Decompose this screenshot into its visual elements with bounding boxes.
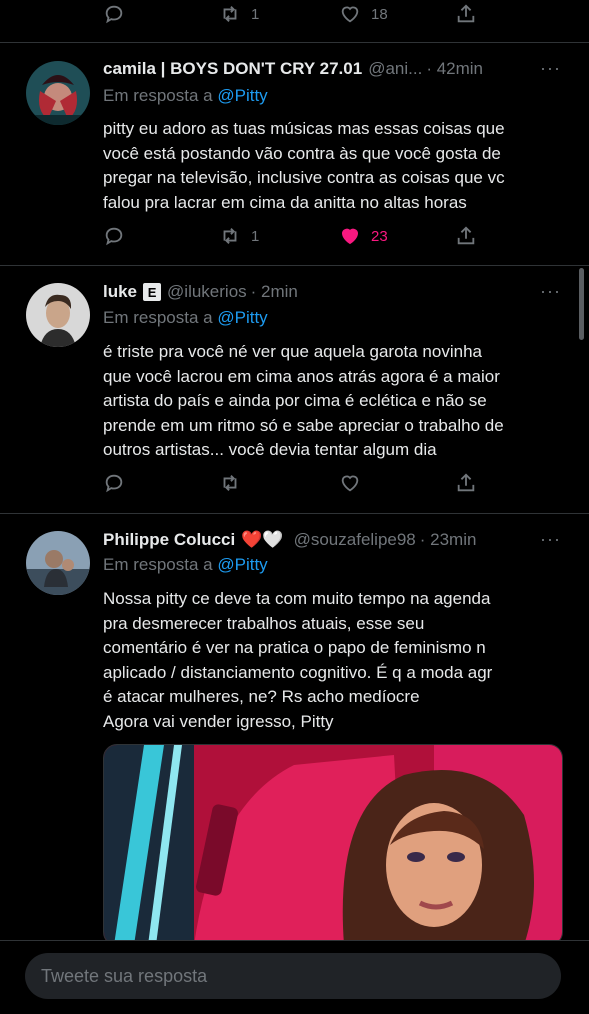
like-count: 18 — [371, 5, 388, 23]
reply-icon — [105, 474, 123, 493]
tweet-item[interactable]: camila | BOYS DON'T CRY 27.01 @ani... · … — [0, 43, 589, 266]
more-options-icon[interactable]: ··· — [540, 281, 561, 302]
share-icon — [457, 4, 475, 23]
tweet-text: é triste pra você né ver que aquela garo… — [103, 342, 504, 459]
share-icon — [457, 473, 475, 492]
retweet-button[interactable] — [219, 471, 241, 495]
share-button[interactable] — [455, 471, 477, 495]
heart-icon — [341, 6, 359, 23]
tweet-header: luke E @ilukerios · 2min — [103, 281, 569, 303]
like-button[interactable] — [339, 471, 361, 495]
reply-input[interactable]: Tweete sua resposta — [25, 953, 561, 999]
share-button[interactable] — [455, 224, 477, 248]
retweet-count: 1 — [251, 5, 260, 23]
tweet-actions: 1 23 — [103, 224, 483, 248]
reply-context: Em resposta a @Pitty — [103, 555, 268, 575]
mention-link[interactable]: @Pitty — [217, 308, 267, 327]
scrollbar[interactable] — [579, 268, 584, 340]
like-button[interactable]: 23 — [339, 224, 388, 248]
tweet-item[interactable]: luke E @ilukerios · 2min ··· Em resposta… — [0, 266, 589, 514]
retweet-count: 1 — [251, 227, 260, 245]
tweet-header: camila | BOYS DON'T CRY 27.01 @ani... · … — [103, 58, 569, 80]
avatar[interactable] — [26, 531, 90, 595]
user-handle[interactable]: @souzafelipe98 — [294, 530, 416, 550]
tweet-time[interactable]: · 23min — [420, 530, 477, 550]
reply-prefix: Em resposta a — [103, 308, 213, 327]
retweet-icon — [223, 228, 237, 244]
retweet-button[interactable]: 1 — [219, 2, 259, 26]
retweet-icon — [223, 6, 237, 22]
mention-link[interactable]: @Pitty — [217, 555, 267, 574]
reply-button[interactable] — [103, 224, 125, 248]
more-options-icon[interactable]: ··· — [540, 529, 561, 550]
tweet-media-image[interactable] — [103, 744, 563, 946]
previous-tweet-actions: 1 18 — [103, 2, 483, 26]
reply-button[interactable] — [103, 471, 125, 495]
reply-input-placeholder: Tweete sua resposta — [41, 965, 208, 986]
reply-prefix: Em resposta a — [103, 555, 213, 574]
display-name[interactable]: camila | BOYS DON'T CRY 27.01 — [103, 59, 362, 79]
avatar[interactable] — [26, 61, 90, 125]
tweet-text: Nossa pitty ce deve ta com muito tempo n… — [103, 589, 493, 731]
heart-emoji-icon: ❤️🤍 — [241, 530, 284, 549]
reply-button[interactable] — [103, 2, 125, 26]
heart-filled-icon — [341, 228, 359, 245]
more-options-icon[interactable]: ··· — [540, 58, 561, 79]
share-icon — [457, 226, 475, 245]
share-button[interactable] — [455, 2, 477, 26]
reply-prefix: Em resposta a — [103, 86, 213, 105]
user-handle[interactable]: @ilukerios — [167, 282, 247, 302]
tweet-header: Philippe Colucci ❤️🤍 @souzafelipe98 · 23… — [103, 529, 569, 551]
display-name[interactable]: Philippe Colucci — [103, 530, 235, 550]
heart-icon — [341, 475, 359, 492]
retweet-icon — [223, 475, 237, 491]
verified-badge-icon: E — [143, 283, 162, 301]
like-count: 23 — [371, 227, 388, 245]
reply-icon — [105, 5, 123, 24]
mention-link[interactable]: @Pitty — [217, 86, 267, 105]
reply-context: Em resposta a @Pitty — [103, 86, 268, 106]
reply-context: Em resposta a @Pitty — [103, 308, 268, 328]
like-button[interactable]: 18 — [339, 2, 388, 26]
reply-composer-bar: Tweete sua resposta — [0, 940, 589, 1014]
previous-tweet-actions-area: 1 18 — [0, 0, 589, 43]
display-name[interactable]: luke — [103, 282, 137, 302]
tweet-text: pitty eu adoro as tuas músicas mas essas… — [103, 119, 505, 212]
user-handle[interactable]: @ani... — [368, 59, 422, 79]
tweet-time[interactable]: · 42min — [426, 59, 483, 79]
retweet-button[interactable]: 1 — [219, 224, 259, 248]
avatar[interactable] — [26, 283, 90, 347]
reply-icon — [105, 227, 123, 246]
tweet-time[interactable]: · 2min — [251, 282, 298, 302]
tweet-actions — [103, 471, 483, 495]
